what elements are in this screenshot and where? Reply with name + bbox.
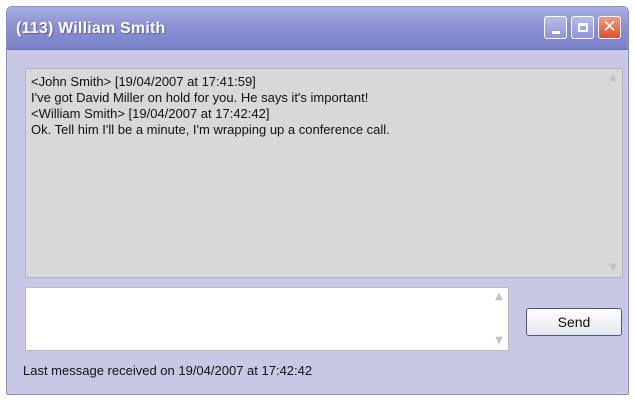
message-input[interactable]: ▲ ▼ [25,287,509,351]
chat-window: (113) William Smith ✕ <John Smith> [19/0… [6,6,629,395]
maximize-button[interactable] [571,16,594,39]
maximize-icon [577,23,588,32]
close-icon: ✕ [602,17,617,37]
scroll-down-icon[interactable]: ▼ [492,334,506,348]
chat-line-header: <William Smith> [19/04/2007 at 17:42:42] [31,106,270,121]
chat-line-header: <John Smith> [19/04/2007 at 17:41:59] [31,74,256,89]
window-title: (113) William Smith [16,20,166,37]
status-text: Last message received on 19/04/2007 at 1… [23,363,313,378]
chat-messages: <John Smith> [19/04/2007 at 17:41:59] I'… [31,74,602,138]
message-input-scrollbar[interactable]: ▲ ▼ [492,290,506,348]
scroll-up-icon[interactable]: ▲ [492,290,506,304]
chat-log-scrollbar[interactable]: ▲ ▼ [606,71,620,275]
chat-line-message: I've got David Miller on hold for you. H… [31,90,369,105]
close-button[interactable]: ✕ [598,16,621,39]
title-bar[interactable]: (113) William Smith ✕ [7,7,628,50]
send-button[interactable]: Send [526,308,622,336]
minimize-button[interactable] [544,16,567,39]
scroll-up-icon[interactable]: ▲ [606,71,620,85]
minimize-icon [551,31,560,34]
chat-line-message: Ok. Tell him I'll be a minute, I'm wrapp… [31,122,390,137]
chat-log[interactable]: <John Smith> [19/04/2007 at 17:41:59] I'… [25,68,623,278]
scroll-down-icon[interactable]: ▼ [606,261,620,275]
